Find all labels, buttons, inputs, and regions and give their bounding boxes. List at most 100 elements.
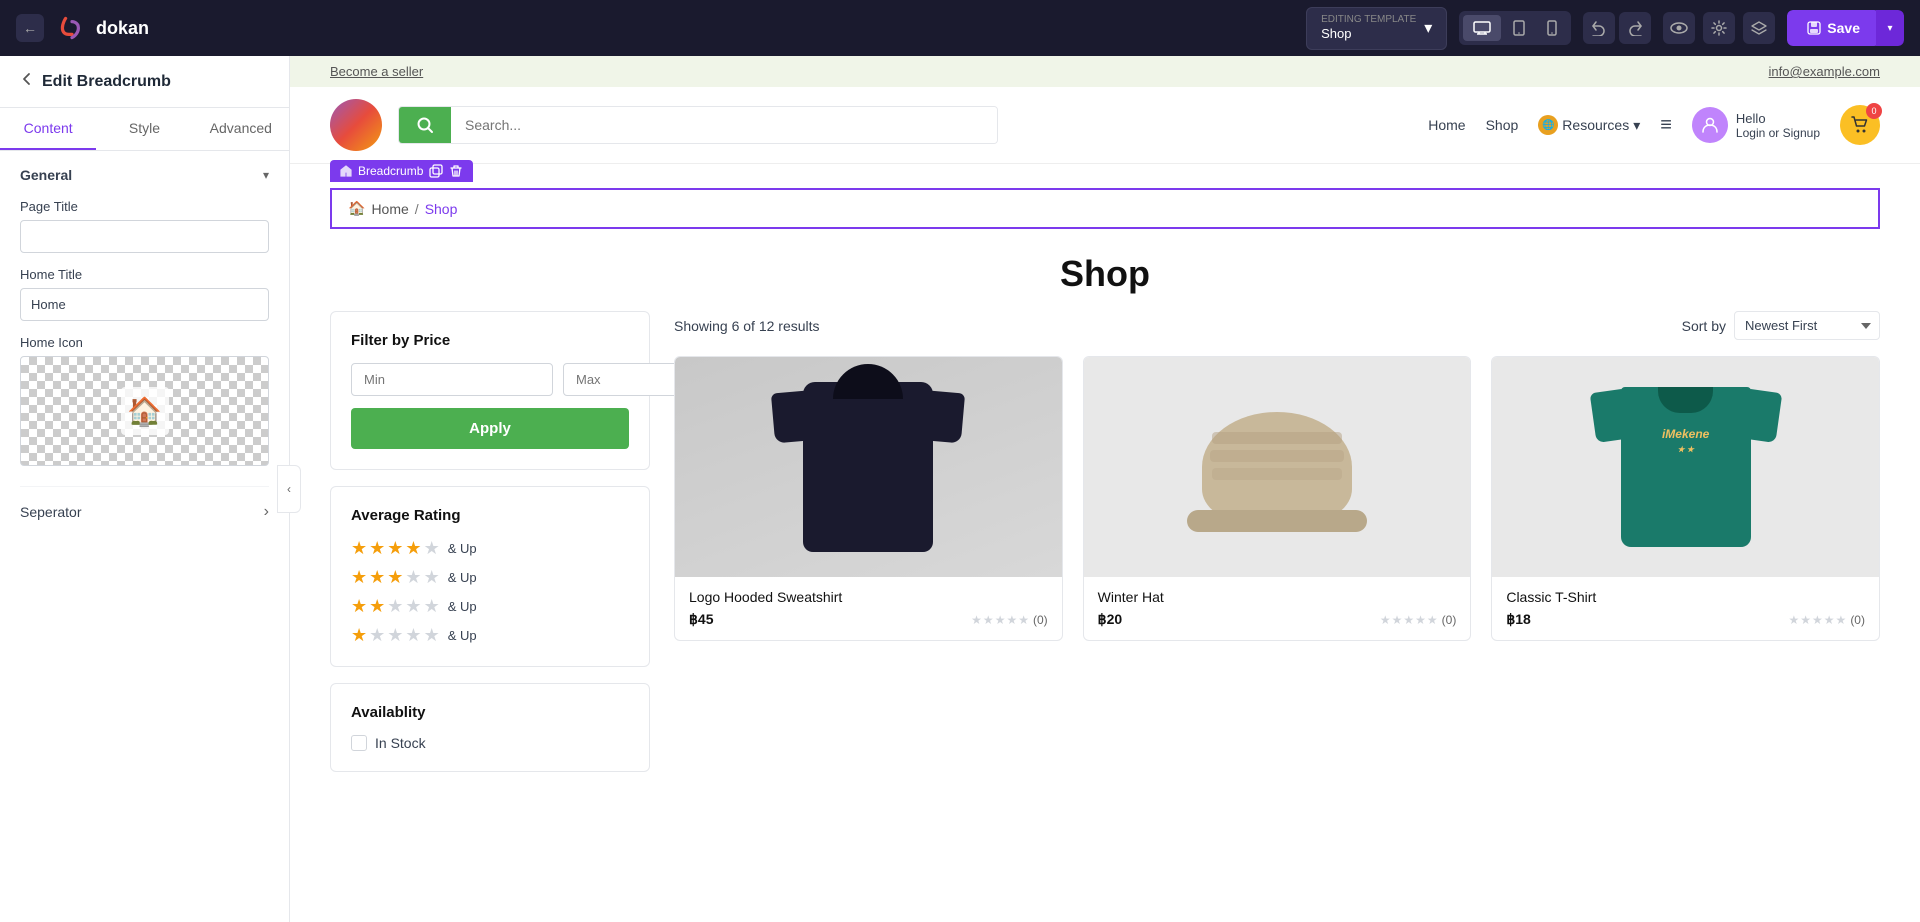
rating-2-label: & Up <box>448 599 477 614</box>
shop-layout: Filter by Price Apply Average Rating <box>290 311 1920 828</box>
rating-1-row[interactable]: ★ ★ ★ ★ ★ & Up <box>351 625 629 646</box>
star-4: ★ <box>405 538 421 559</box>
home-title-label: Home Title <box>20 267 269 282</box>
results-text: Showing 6 of 12 results <box>674 318 820 334</box>
delete-icon[interactable] <box>449 164 463 178</box>
home-title-input[interactable] <box>20 288 269 321</box>
page-title-input[interactable] <box>20 220 269 253</box>
product-card-tshirt[interactable]: iMekene★ ★ Classic T-Shirt ฿18 <box>1491 356 1880 641</box>
nav-home[interactable]: Home <box>1428 117 1465 133</box>
min-price-input[interactable] <box>351 363 553 396</box>
page-title-label: Page Title <box>20 199 269 214</box>
sidebar-back-button[interactable] <box>20 72 34 91</box>
separator-label: Seperator <box>20 504 81 520</box>
template-selector[interactable]: EDITING TEMPLATE Shop ▾ <box>1306 7 1447 50</box>
rating-2-stars: ★ ★ ★ ★ ★ <box>351 596 440 617</box>
mobile-view-button[interactable] <box>1537 15 1567 41</box>
announcement-bar: Become a seller info@example.com <box>290 56 1920 87</box>
breadcrumb-toolbar[interactable]: Breadcrumb <box>330 160 473 182</box>
tablet-view-button[interactable] <box>1503 15 1535 41</box>
site-logo <box>330 99 382 151</box>
tab-advanced[interactable]: Advanced <box>193 108 289 150</box>
save-button[interactable]: Save <box>1787 10 1880 46</box>
page-title-field: Page Title <box>20 199 269 253</box>
product-bottom-hat: ฿20 ★★★★★ (0) <box>1098 611 1457 628</box>
layers-button[interactable] <box>1743 12 1775 44</box>
shop-filter-sidebar: Filter by Price Apply Average Rating <box>330 311 650 788</box>
breadcrumb-toolbar-label: Breadcrumb <box>358 164 423 178</box>
top-toolbar: ← dokan EDITING TEMPLATE Shop ▾ <box>0 0 1920 56</box>
desktop-view-button[interactable] <box>1463 15 1501 41</box>
in-stock-label: In Stock <box>375 735 426 751</box>
apply-price-button[interactable]: Apply <box>351 408 629 449</box>
star-2: ★ <box>369 538 385 559</box>
email-link[interactable]: info@example.com <box>1769 64 1880 79</box>
product-info-hoodie: Logo Hooded Sweatshirt ฿45 ★★★★★ (0) <box>675 577 1062 640</box>
copy-icon[interactable] <box>429 164 443 178</box>
toolbar-icons-group <box>1663 12 1775 44</box>
product-name-tshirt: Classic T-Shirt <box>1506 589 1865 605</box>
search-input[interactable] <box>451 107 997 143</box>
rating-1-label: & Up <box>448 628 477 643</box>
product-rating-count-hat: (0) <box>1442 613 1457 627</box>
general-section-title: General <box>20 167 72 183</box>
price-filter-title: Filter by Price <box>351 332 629 349</box>
redo-button[interactable] <box>1619 12 1651 44</box>
nav-shop[interactable]: Shop <box>1486 117 1519 133</box>
in-stock-checkbox[interactable] <box>351 735 367 751</box>
shop-main: Showing 6 of 12 results Sort by Newest F… <box>674 311 1880 788</box>
product-rating-count-tshirt: (0) <box>1850 613 1865 627</box>
separator-row: Seperator › <box>20 486 269 521</box>
breadcrumb-current: Shop <box>425 201 458 217</box>
product-price-hoodie: ฿45 <box>689 611 713 628</box>
sidebar-header: Edit Breadcrumb <box>0 56 289 108</box>
search-submit-button[interactable] <box>399 107 451 143</box>
product-card-hoodie[interactable]: Logo Hooded Sweatshirt ฿45 ★★★★★ (0) <box>674 356 1063 641</box>
resources-icon: 🌐 <box>1538 115 1558 135</box>
product-rating-hat: ★★★★★ (0) <box>1380 613 1457 627</box>
canvas-inner: Become a seller info@example.com Home Sh… <box>290 56 1920 922</box>
preview-button[interactable] <box>1663 12 1695 44</box>
save-dropdown-button[interactable]: ▾ <box>1876 10 1904 46</box>
products-grid: Logo Hooded Sweatshirt ฿45 ★★★★★ (0) <box>674 356 1880 641</box>
rating-filter-card: Average Rating ★ ★ ★ ★ ★ <box>330 486 650 667</box>
sort-area: Sort by Newest First Price: Low to High … <box>1682 311 1880 340</box>
product-card-hat[interactable]: Winter Hat ฿20 ★★★★★ (0) <box>1083 356 1472 641</box>
canvas-area: Become a seller info@example.com Home Sh… <box>290 56 1920 922</box>
separator-expand-button[interactable]: › <box>264 503 269 521</box>
settings-button[interactable] <box>1703 12 1735 44</box>
product-price-tshirt: ฿18 <box>1506 611 1530 628</box>
user-text: Hello Login or Signup <box>1736 111 1820 140</box>
cart-button[interactable]: 0 <box>1840 105 1880 145</box>
main-area: Edit Breadcrumb Content Style Advanced G… <box>0 56 1920 922</box>
product-bottom-hoodie: ฿45 ★★★★★ (0) <box>689 611 1048 628</box>
tab-content[interactable]: Content <box>0 108 96 150</box>
sidebar-collapse-button[interactable]: ‹ <box>277 465 301 513</box>
general-section-toggle[interactable]: ▾ <box>263 168 269 182</box>
breadcrumb-content: 🏠 Home / Shop <box>330 188 1880 229</box>
tab-style[interactable]: Style <box>96 108 192 150</box>
rating-3-label: & Up <box>448 570 477 585</box>
product-image-hoodie <box>675 357 1062 577</box>
rating-4-row[interactable]: ★ ★ ★ ★ ★ & Up <box>351 538 629 559</box>
rating-3-row[interactable]: ★ ★ ★ ★ ★ & Up <box>351 567 629 588</box>
back-button[interactable]: ← <box>16 14 44 42</box>
undo-button[interactable] <box>1583 12 1615 44</box>
undo-redo-group <box>1583 12 1651 44</box>
home-icon-picker[interactable]: 🏠 <box>20 356 269 466</box>
sort-label: Sort by <box>1682 318 1726 334</box>
cart-badge: 0 <box>1866 103 1882 119</box>
hello-text: Hello <box>1736 111 1820 126</box>
star-5: ★ <box>424 538 440 559</box>
sort-select[interactable]: Newest First Price: Low to High Price: H… <box>1734 311 1880 340</box>
user-area[interactable]: Hello Login or Signup <box>1692 107 1820 143</box>
rating-2-row[interactable]: ★ ★ ★ ★ ★ & Up <box>351 596 629 617</box>
nav-resources[interactable]: 🌐 Resources ▾ <box>1538 115 1640 135</box>
hamburger-menu-button[interactable]: ≡ <box>1660 114 1672 137</box>
rating-filter-title: Average Rating <box>351 507 629 524</box>
breadcrumb-home-link[interactable]: Home <box>371 201 408 217</box>
in-stock-row[interactable]: In Stock <box>351 735 629 751</box>
become-seller-link[interactable]: Become a seller <box>330 64 423 79</box>
site-header: Home Shop 🌐 Resources ▾ ≡ Hello <box>290 87 1920 164</box>
shop-title: Shop <box>290 229 1920 311</box>
